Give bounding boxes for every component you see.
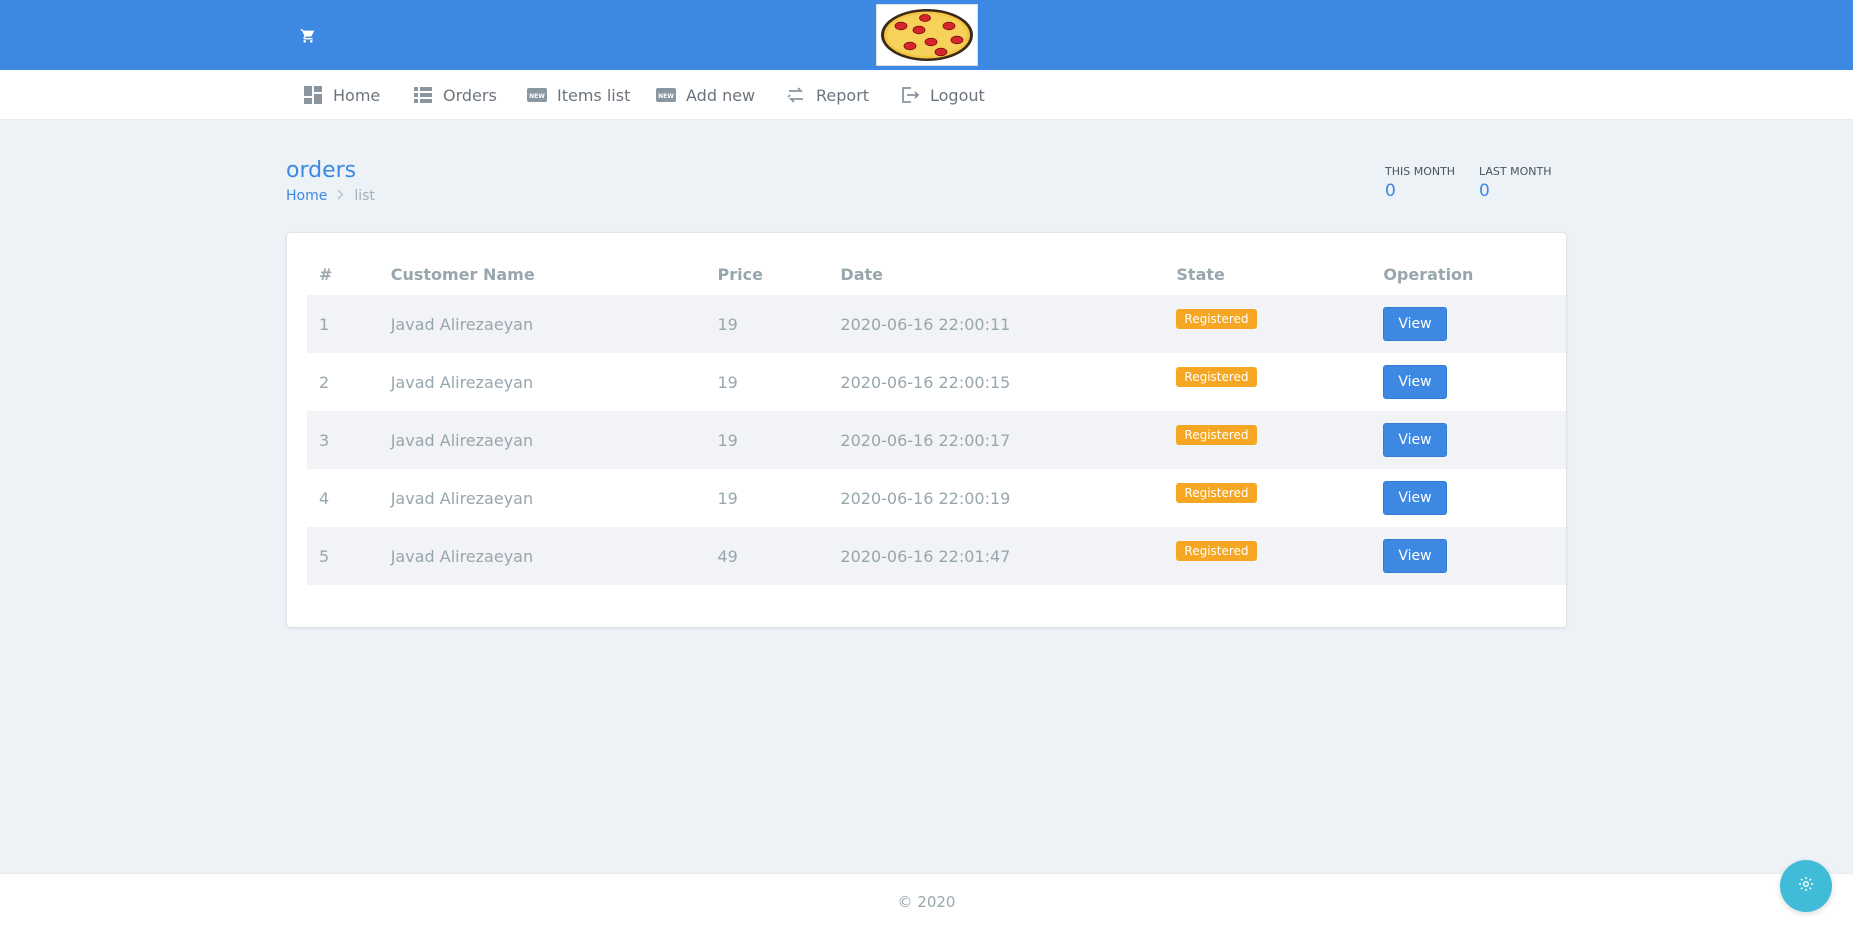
price: 19 (717, 488, 738, 508)
new-badge-icon: NEW (527, 85, 547, 105)
customer-name: Javad Alirezaeyan (390, 488, 534, 508)
stat-label: THIS MONTH (1385, 165, 1456, 178)
table-row: 2 Javad Alirezaeyan 19 2020-06-16 22:00:… (307, 353, 1566, 411)
state-cell: Registered (1164, 295, 1371, 353)
gear-icon (1798, 876, 1814, 896)
status-badge: Registered (1176, 540, 1257, 561)
orders-table: # Customer Name Price Date State Operati… (307, 253, 1566, 585)
nav-label: Report (816, 85, 870, 105)
column-header: State (1176, 264, 1225, 284)
price: 19 (717, 314, 738, 334)
orders-card: # Customer Name Price Date State Operati… (286, 232, 1567, 628)
customer-name: Javad Alirezaeyan (390, 314, 534, 334)
price: 19 (717, 430, 738, 450)
order-date: 2020-06-16 22:00:17 (840, 430, 1011, 450)
operation-cell: View (1371, 411, 1566, 469)
list-icon (413, 85, 433, 105)
view-button[interactable]: View (1383, 307, 1447, 341)
operation-cell: View (1371, 353, 1566, 411)
order-date: 2020-06-16 22:00:19 (840, 488, 1011, 508)
table-row: 5 Javad Alirezaeyan 49 2020-06-16 22:01:… (307, 527, 1566, 585)
price: 49 (717, 546, 738, 566)
table-row: 4 Javad Alirezaeyan 19 2020-06-16 22:00:… (307, 469, 1566, 527)
operation-cell: View (1371, 469, 1566, 527)
status-badge: Registered (1176, 366, 1257, 387)
row-number: 5 (319, 546, 330, 566)
operation-cell: View (1371, 295, 1566, 353)
state-cell: Registered (1164, 411, 1371, 469)
state-cell: Registered (1164, 469, 1371, 527)
top-bar (0, 0, 1853, 70)
footer: © 2020 (0, 873, 1853, 932)
row-number: 4 (319, 488, 330, 508)
table-row: 1 Javad Alirezaeyan 19 2020-06-16 22:00:… (307, 295, 1566, 353)
status-badge: Registered (1176, 424, 1257, 445)
column-header: Customer Name (390, 264, 535, 284)
nav-label: Orders (443, 85, 497, 105)
settings-button[interactable] (1780, 860, 1832, 912)
stat-this-month: THIS MONTH 0 (1385, 165, 1455, 201)
main-nav: Home Orders NEW Items list NEW Add new R… (0, 70, 1853, 120)
nav-item-report[interactable]: Report (786, 70, 869, 120)
customer-name: Javad Alirezaeyan (390, 430, 534, 450)
page-title: orders (286, 158, 357, 183)
table-row: 3 Javad Alirezaeyan 19 2020-06-16 22:00:… (307, 411, 1566, 469)
breadcrumb-current: list (354, 188, 375, 204)
stat-value: 0 (1479, 181, 1490, 201)
view-button[interactable]: View (1383, 539, 1447, 573)
view-button[interactable]: View (1383, 481, 1447, 515)
nav-label: Items list (557, 85, 631, 105)
swap-icon (786, 85, 806, 105)
nav-item-add-new[interactable]: NEW Add new (656, 70, 755, 120)
order-date: 2020-06-16 22:01:47 (840, 546, 1011, 566)
stat-label: LAST MONTH (1479, 165, 1552, 178)
new-badge-icon: NEW (656, 85, 676, 105)
svg-text:NEW: NEW (658, 93, 674, 100)
chevron-right-icon (337, 189, 344, 203)
column-header: Operation (1383, 264, 1474, 284)
customer-name: Javad Alirezaeyan (390, 546, 534, 566)
row-number: 2 (319, 372, 330, 392)
table-header-row: # Customer Name Price Date State Operati… (307, 253, 1566, 295)
view-button[interactable]: View (1383, 365, 1447, 399)
customer-name: Javad Alirezaeyan (390, 372, 534, 392)
column-header: Price (717, 264, 763, 284)
price: 19 (717, 372, 738, 392)
nav-item-logout[interactable]: Logout (900, 70, 985, 120)
column-header: # (319, 264, 333, 284)
nav-item-items-list[interactable]: NEW Items list (527, 70, 630, 120)
stat-last-month: LAST MONTH 0 (1479, 165, 1551, 201)
view-button[interactable]: View (1383, 423, 1447, 457)
breadcrumb-home-link[interactable]: Home (286, 188, 327, 204)
cart-icon[interactable] (296, 24, 320, 48)
nav-label: Home (333, 85, 381, 105)
nav-label: Logout (930, 85, 985, 105)
logout-icon (900, 85, 920, 105)
pizza-logo[interactable] (876, 4, 978, 66)
nav-item-orders[interactable]: Orders (413, 70, 497, 120)
footer-copyright: © 2020 (897, 893, 956, 911)
nav-label: Add new (686, 85, 756, 105)
nav-item-home[interactable]: Home (303, 70, 380, 120)
svg-text:NEW: NEW (529, 93, 545, 100)
status-badge: Registered (1176, 482, 1257, 503)
state-cell: Registered (1164, 353, 1371, 411)
column-header: Date (840, 264, 883, 284)
row-number: 3 (319, 430, 330, 450)
breadcrumb: Home list (286, 188, 375, 204)
operation-cell: View (1371, 527, 1566, 585)
order-date: 2020-06-16 22:00:11 (840, 314, 1011, 334)
row-number: 1 (319, 314, 330, 334)
state-cell: Registered (1164, 527, 1371, 585)
stat-value: 0 (1385, 181, 1396, 201)
status-badge: Registered (1176, 308, 1257, 329)
order-date: 2020-06-16 22:00:15 (840, 372, 1011, 392)
dashboard-icon (303, 85, 323, 105)
